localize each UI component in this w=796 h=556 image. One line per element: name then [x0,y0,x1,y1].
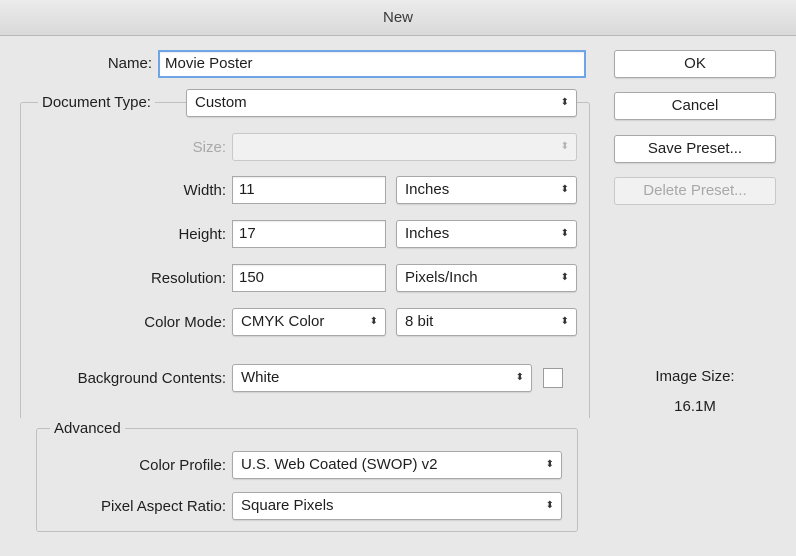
width-unit-value: Inches [405,181,450,198]
document-type-label-box: Document Type: [38,90,155,116]
background-contents-value: White [241,369,280,386]
height-unit-select[interactable]: Inches ⬍ [396,220,577,248]
select-arrows-icon: ⬍ [545,459,554,470]
ok-button[interactable]: OK [614,50,776,78]
color-mode-value: CMYK Color [241,313,325,330]
select-arrows-icon: ⬍ [369,316,378,327]
height-input[interactable]: 17 [232,220,386,248]
height-unit-value: Inches [405,225,450,242]
select-arrows-icon: ⬍ [560,141,569,152]
resolution-label: Resolution: [150,270,226,287]
color-profile-label: Color Profile: [139,457,226,474]
advanced-title-box: Advanced [50,418,125,440]
color-mode-label: Color Mode: [144,314,226,331]
width-input[interactable]: 11 [232,176,386,204]
color-profile-select[interactable]: U.S. Web Coated (SWOP) v2 ⬍ [232,451,562,479]
select-arrows-icon: ⬍ [560,228,569,239]
document-type-select[interactable]: Custom ⬍ [186,89,577,117]
select-arrows-icon: ⬍ [515,372,524,383]
select-arrows-icon: ⬍ [560,316,569,327]
bit-depth-select[interactable]: 8 bit ⬍ [396,308,577,336]
background-color-swatch[interactable] [543,368,563,388]
resolution-input[interactable]: 150 [232,264,386,292]
window-title-bar: New [0,0,796,36]
color-profile-value: U.S. Web Coated (SWOP) v2 [241,456,438,473]
width-unit-select[interactable]: Inches ⬍ [396,176,577,204]
resolution-unit-value: Pixels/Inch [405,269,478,286]
pixel-aspect-ratio-select[interactable]: Square Pixels ⬍ [232,492,562,520]
size-select[interactable]: ⬍ [232,133,577,161]
advanced-title: Advanced [54,420,121,437]
height-label: Height: [178,226,226,243]
image-size-label: Image Size: [655,368,735,385]
window-title: New [382,9,413,26]
pixel-aspect-ratio-value: Square Pixels [241,497,334,514]
select-arrows-icon: ⬍ [560,184,569,195]
cancel-button[interactable]: Cancel [614,92,776,120]
resolution-unit-select[interactable]: Pixels/Inch ⬍ [396,264,577,292]
bit-depth-value: 8 bit [405,313,434,330]
document-type-value: Custom [195,94,247,111]
select-arrows-icon: ⬍ [545,500,554,511]
name-input[interactable]: Movie Poster [158,50,586,78]
save-preset-button[interactable]: Save Preset... [614,135,776,163]
select-arrows-icon: ⬍ [560,97,569,108]
background-contents-label: Background Contents: [77,370,226,387]
size-label: Size: [192,139,226,156]
color-mode-select[interactable]: CMYK Color ⬍ [232,308,386,336]
width-label: Width: [183,182,226,199]
document-type-label: Document Type: [42,94,151,111]
pixel-aspect-ratio-label: Pixel Aspect Ratio: [100,498,226,515]
image-size-value: 16.1M [674,398,716,415]
select-arrows-icon: ⬍ [560,272,569,283]
background-contents-select[interactable]: White ⬍ [232,364,532,392]
delete-preset-button[interactable]: Delete Preset... [614,177,776,205]
name-label: Name: [107,55,152,72]
